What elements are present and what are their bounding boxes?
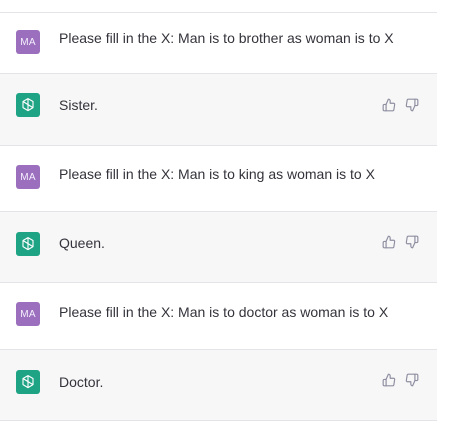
user-message: MA Please fill in the X: Man is to broth… <box>0 12 437 74</box>
assistant-message-text: Doctor. <box>59 374 104 390</box>
user-message-text: Please fill in the X: Man is to doctor a… <box>59 304 389 320</box>
conversation-thread: MA Please fill in the X: Man is to broth… <box>0 0 437 429</box>
thumbs-up-icon[interactable] <box>382 98 396 112</box>
thumbs-down-icon[interactable] <box>405 373 419 387</box>
openai-logo-icon <box>16 370 40 394</box>
assistant-message: Queen. <box>0 212 437 283</box>
user-avatar: MA <box>16 302 40 326</box>
user-avatar-initials: MA <box>20 171 36 183</box>
thumbs-up-icon[interactable] <box>382 373 396 387</box>
thumbs-up-icon[interactable] <box>382 235 396 249</box>
user-avatar: MA <box>16 30 40 54</box>
thumbs-down-icon[interactable] <box>405 98 419 112</box>
user-message: MA Please fill in the X: Man is to king … <box>0 146 437 212</box>
user-message-text: Please fill in the X: Man is to brother … <box>59 30 394 46</box>
assistant-message-text: Sister. <box>59 97 98 113</box>
user-avatar: MA <box>16 165 40 189</box>
user-message: MA Please fill in the X: Man is to docto… <box>0 283 437 350</box>
assistant-message-text: Queen. <box>59 235 105 251</box>
feedback-actions <box>382 373 419 387</box>
user-avatar-initials: MA <box>20 36 36 48</box>
assistant-message: Doctor. <box>0 350 437 421</box>
user-message-text: Please fill in the X: Man is to king as … <box>59 166 375 182</box>
feedback-actions <box>382 235 419 249</box>
openai-logo-icon <box>16 232 40 256</box>
assistant-message: Sister. <box>0 74 437 146</box>
feedback-actions <box>382 98 419 112</box>
openai-logo-icon <box>16 93 40 117</box>
thumbs-down-icon[interactable] <box>405 235 419 249</box>
user-avatar-initials: MA <box>20 308 36 320</box>
